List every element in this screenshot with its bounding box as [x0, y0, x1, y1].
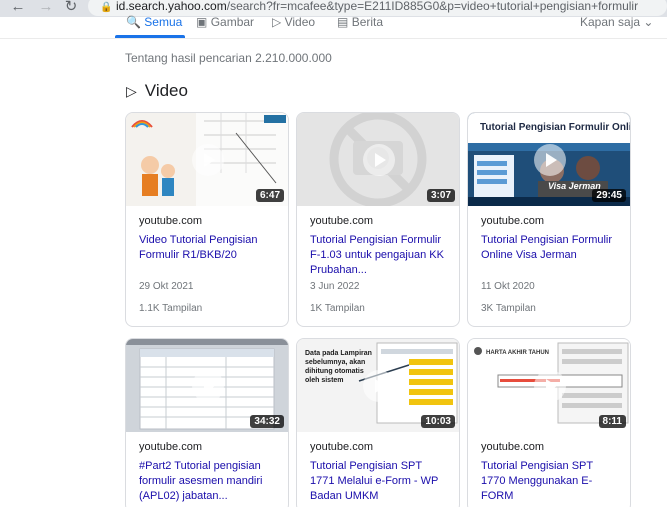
video-card[interactable]: HARTA AKHIR TAHUN 8:11 youtube.com Tutor…	[467, 338, 631, 507]
duration-badge: 3:07	[426, 189, 455, 202]
tab-images[interactable]: ▣ Gambar	[196, 15, 254, 29]
video-date: 3 Jun 2022	[310, 281, 360, 292]
tab-video[interactable]: ▷ Video	[272, 15, 315, 29]
video-title-link[interactable]: #Part2 Tutorial pengisian formulir asesm…	[139, 459, 276, 504]
video-title-link[interactable]: Tutorial Pengisian SPT 1771 Melalui e-Fo…	[310, 459, 447, 504]
news-icon: ▤	[337, 15, 349, 29]
time-filter-label: Kapan saja	[580, 15, 641, 29]
video-thumbnail[interactable]: Tutorial Pengisian Formulir Online Visa …	[468, 113, 630, 206]
play-button-icon[interactable]	[363, 370, 395, 402]
duration-badge: 6:47	[255, 189, 284, 202]
search-icon: 🔍	[126, 15, 141, 29]
video-title-link[interactable]: Tutorial Pengisian Formulir F-1.03 untuk…	[310, 233, 447, 278]
tab-all-label: Semua	[144, 15, 183, 29]
duration-badge: 29:45	[592, 189, 626, 202]
play-button-icon[interactable]	[534, 370, 566, 402]
video-thumbnail[interactable]: 3:07	[297, 113, 459, 206]
video-title-link[interactable]: Tutorial Pengisian SPT 1770 Menggunakan …	[481, 459, 618, 504]
back-arrow-icon[interactable]: ←	[8, 0, 28, 15]
play-button-icon[interactable]	[192, 144, 224, 176]
tab-video-label: Video	[284, 15, 316, 29]
tab-images-label: Gambar	[210, 15, 255, 29]
play-button-icon[interactable]	[192, 370, 224, 402]
video-source: youtube.com	[139, 215, 202, 227]
duration-badge: 10:03	[421, 415, 455, 428]
video-views: 3K Tampilan	[481, 303, 536, 314]
video-source: youtube.com	[481, 215, 544, 227]
video-title-link[interactable]: Tutorial Pengisian Formulir Online Visa …	[481, 233, 618, 278]
video-views: 1K Tampilan	[310, 303, 365, 314]
video-thumbnail[interactable]: Data pada Lampiran sebelumnya, akan dihi…	[297, 339, 459, 432]
video-source: youtube.com	[310, 215, 373, 227]
video-source: youtube.com	[139, 441, 202, 453]
tab-news[interactable]: ▤ Berita	[337, 15, 383, 29]
image-icon: ▣	[196, 15, 208, 29]
video-source: youtube.com	[310, 441, 373, 453]
video-date: 11 Okt 2020	[481, 281, 535, 292]
url-path: /search?fr=mcafee&type=E211ID885G0&p=vid…	[226, 0, 639, 13]
video-card[interactable]: 34:32 youtube.com #Part2 Tutorial pengis…	[125, 338, 289, 507]
tab-all[interactable]: 🔍 Semua	[126, 15, 182, 29]
video-views: 1.1K Tampilan	[139, 303, 203, 314]
tab-news-label: Berita	[351, 15, 384, 29]
video-source: youtube.com	[481, 441, 544, 453]
video-title-link[interactable]: Video Tutorial Pengisian Formulir R1/BKB…	[139, 233, 276, 278]
lock-icon: 🔒	[100, 2, 113, 13]
video-card[interactable]: Tutorial Pengisian Formulir Online Visa …	[467, 112, 631, 327]
result-count: Tentang hasil pencarian 2.210.000.000	[125, 51, 332, 65]
forward-arrow-icon[interactable]: →	[36, 0, 56, 15]
video-date: 29 Okt 2021	[139, 281, 194, 292]
play-button-icon[interactable]	[363, 144, 395, 176]
section-title: Video	[144, 81, 188, 100]
duration-badge: 8:11	[598, 415, 626, 428]
thumbnail-text: HARTA AKHIR TAHUN	[486, 350, 549, 356]
thumbnail-heading: Tutorial Pengisian Formulir Online	[480, 122, 630, 133]
video-card[interactable]: 3:07 youtube.com Tutorial Pengisian Form…	[296, 112, 460, 327]
browser-toolbar: ← → ↻ 🔒 id.search.yahoo.com/search?fr=mca…	[0, 0, 667, 17]
video-card[interactable]: 6:47 youtube.com Video Tutorial Pengisia…	[125, 112, 289, 327]
time-filter-dropdown[interactable]: Kapan saja ⌄	[580, 15, 653, 29]
video-thumbnail[interactable]: 6:47	[126, 113, 288, 206]
video-thumbnail[interactable]: 34:32	[126, 339, 288, 432]
play-outline-icon: ▷	[126, 82, 137, 99]
active-tab-indicator	[115, 35, 185, 38]
reload-icon[interactable]: ↻	[61, 0, 81, 15]
address-bar[interactable]: 🔒 id.search.yahoo.com/search?fr=mcafee&ty…	[88, 0, 667, 16]
search-tabs: 🔍 Semua ▣ Gambar ▷ Video ▤ Berita Kapan …	[0, 15, 667, 39]
play-button-icon[interactable]	[534, 144, 566, 176]
chevron-down-icon: ⌄	[643, 15, 654, 29]
video-thumbnail[interactable]: HARTA AKHIR TAHUN 8:11	[468, 339, 630, 432]
duration-badge: 34:32	[250, 415, 284, 428]
play-icon: ▷	[272, 15, 282, 29]
video-card[interactable]: Data pada Lampiran sebelumnya, akan dihi…	[296, 338, 460, 507]
video-section-heading: ▷ Video	[126, 81, 188, 101]
url-host: id.search.yahoo.com	[116, 0, 227, 13]
